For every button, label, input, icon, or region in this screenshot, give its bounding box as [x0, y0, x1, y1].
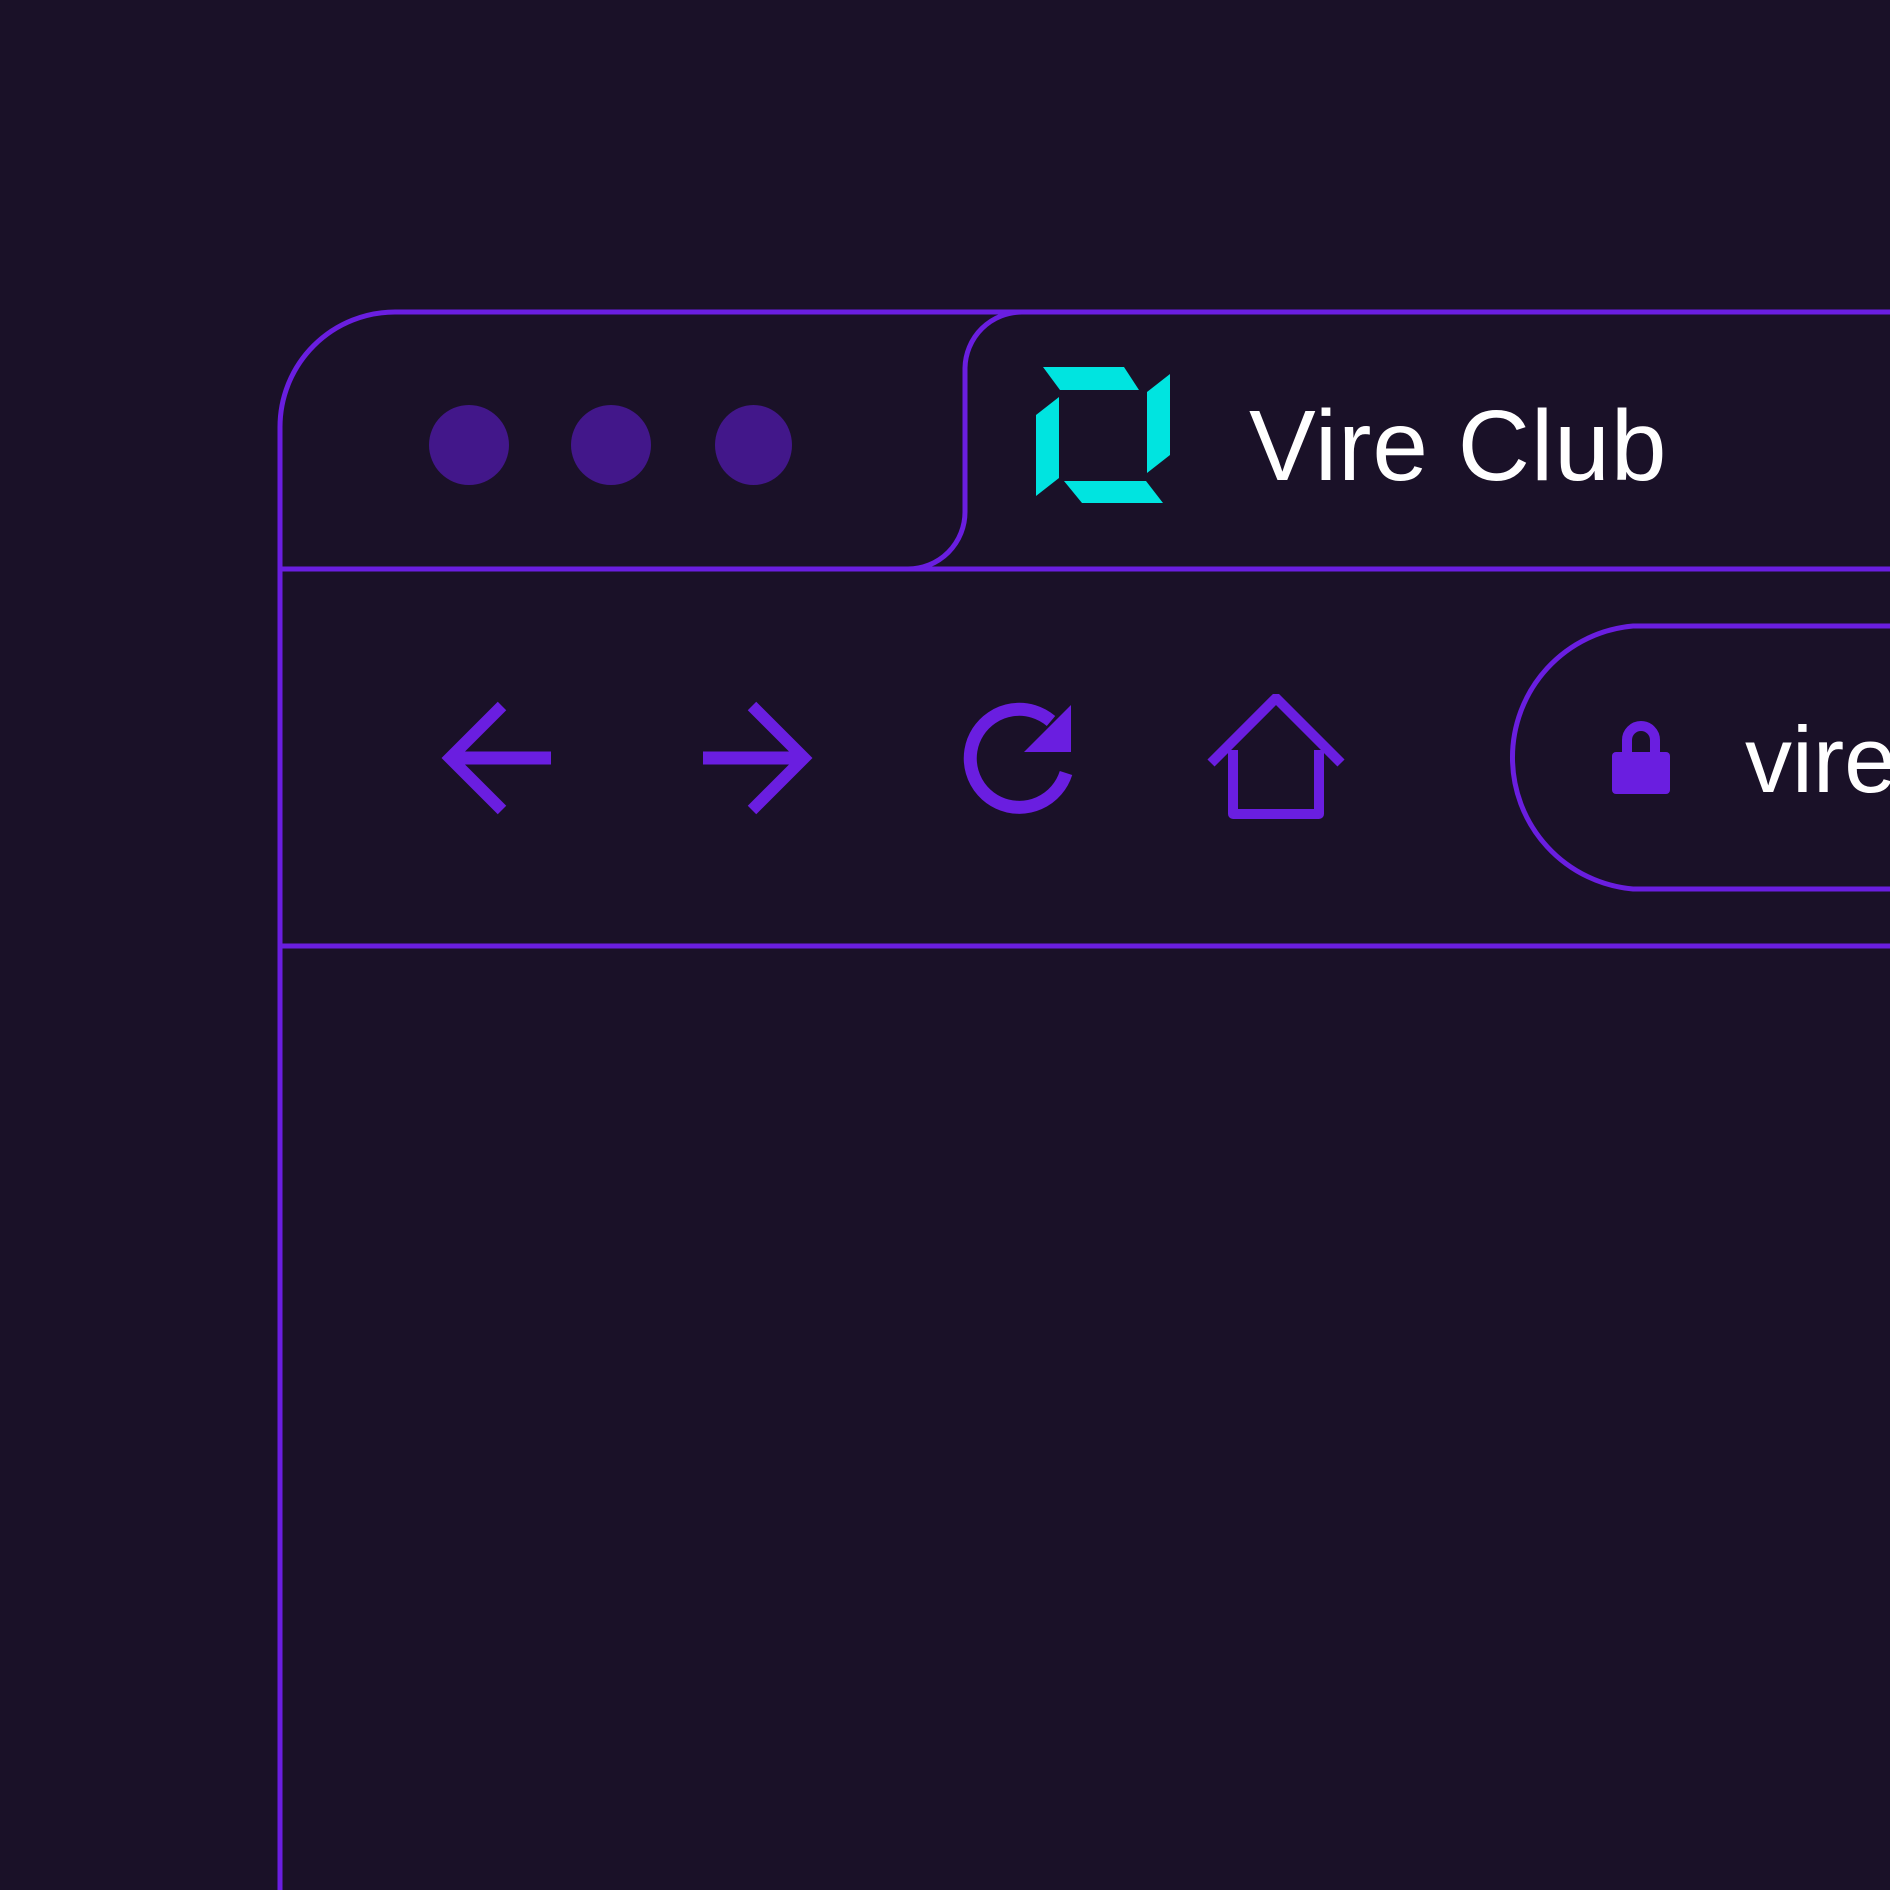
window-close-button[interactable] — [429, 405, 509, 485]
browser-window: Vire Club vire — [0, 0, 1890, 1890]
page-content-area — [283, 949, 1890, 1890]
url-field-clip: vire — [1745, 705, 1890, 815]
window-minimize-button[interactable] — [571, 405, 651, 485]
tab-title: Vire Club — [1249, 390, 1668, 502]
home-icon[interactable] — [1206, 694, 1346, 822]
forward-arrow-icon[interactable] — [700, 700, 814, 816]
reload-icon[interactable] — [958, 700, 1074, 816]
vire-logo-icon — [1036, 367, 1170, 503]
back-arrow-icon[interactable] — [440, 700, 554, 816]
url-text[interactable]: vire — [1745, 705, 1890, 815]
lock-icon — [1612, 721, 1670, 794]
window-maximize-button[interactable] — [715, 405, 792, 485]
